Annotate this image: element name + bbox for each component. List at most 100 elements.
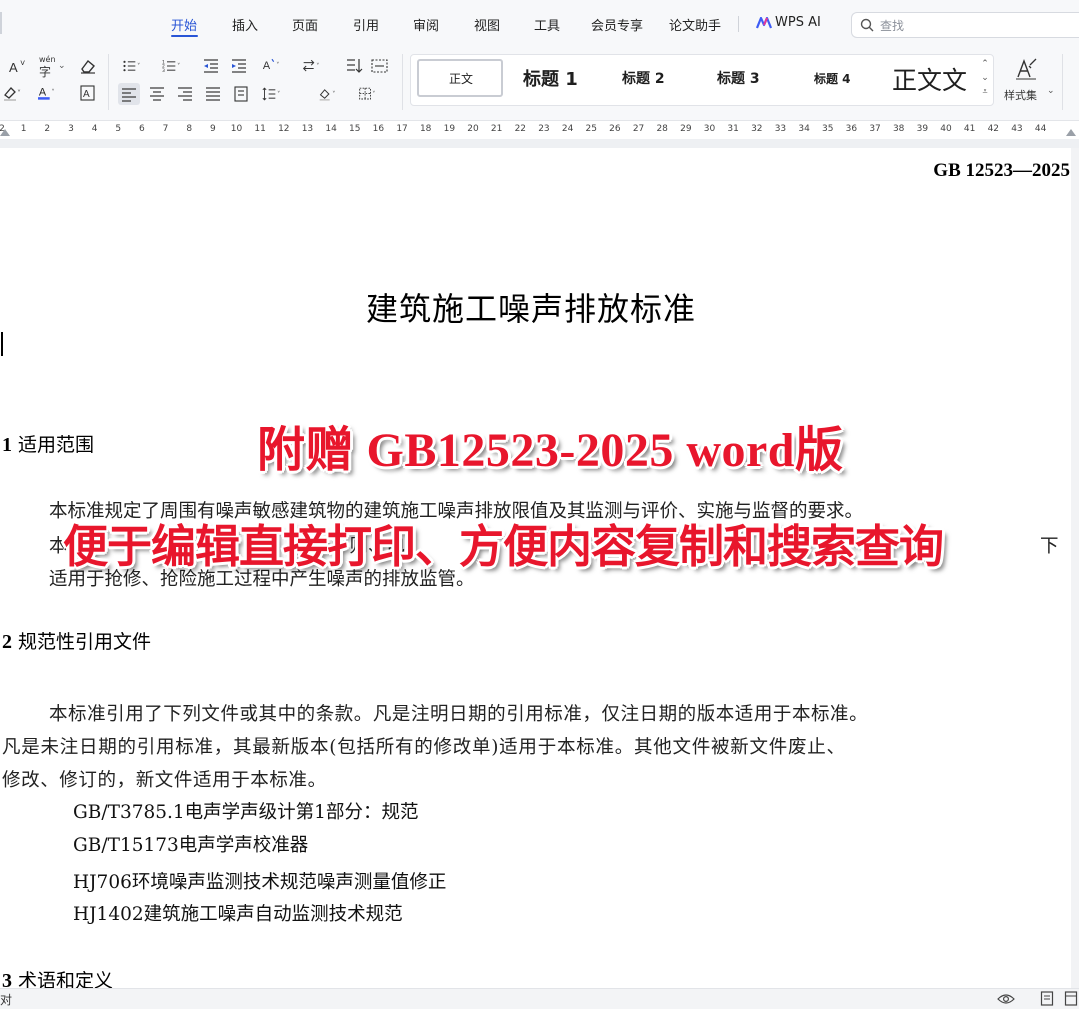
left-indent-marker[interactable] bbox=[0, 129, 10, 136]
highlight-color-icon[interactable]: ˅ bbox=[2, 84, 22, 102]
ruler-mark: 19 bbox=[443, 124, 456, 134]
style-normal-label: 正文 bbox=[449, 72, 474, 86]
vertical-scrollbar[interactable] bbox=[1071, 148, 1079, 988]
style-set-button[interactable]: 样式集 bbox=[1004, 87, 1037, 103]
text-direction-icon[interactable]: ˅ bbox=[302, 57, 322, 75]
ruler-mark: 1 bbox=[20, 124, 27, 134]
svg-text:A: A bbox=[9, 60, 18, 75]
tab-page[interactable]: 页面 bbox=[292, 15, 318, 34]
tab-thesis-assistant[interactable]: 论文助手 bbox=[669, 15, 721, 34]
numbered-list-icon[interactable]: 1 2 3 ˅ bbox=[162, 57, 182, 75]
ruler-mark: 16 bbox=[372, 124, 385, 134]
ruler-mark: 8 bbox=[186, 124, 193, 134]
phonetic-guide-button[interactable]: wén 字 ⌄ bbox=[38, 55, 68, 79]
line-spacing-icon[interactable]: ˅ bbox=[262, 85, 282, 103]
chevron-down-icon: ⌄ bbox=[1047, 86, 1055, 96]
font-size-decrease-icon[interactable]: A ˅ bbox=[8, 58, 28, 76]
menu-divider bbox=[738, 16, 739, 32]
section-heading-2: 2 规范性引用文件 bbox=[2, 627, 151, 654]
ruler-mark: 44 bbox=[1034, 124, 1047, 134]
ruler-mark: 2 bbox=[44, 124, 51, 134]
style-normal[interactable]: 正文 bbox=[417, 59, 503, 97]
borders-icon[interactable]: ˅ bbox=[358, 85, 378, 103]
section-number: 2 bbox=[2, 631, 12, 653]
ruler-shadow bbox=[0, 139, 1079, 148]
section-title: 术语和定义 bbox=[18, 970, 114, 988]
tab-review[interactable]: 审阅 bbox=[413, 15, 439, 34]
style-heading-3[interactable]: 标题 3 bbox=[717, 68, 760, 88]
svg-text:˅: ˅ bbox=[277, 91, 280, 99]
promo-banner-line-1: 附赠 GB12523-2025 word版 bbox=[257, 424, 844, 477]
clear-format-icon[interactable] bbox=[78, 57, 98, 75]
ruler-mark: 43 bbox=[1011, 124, 1023, 134]
style-set-icon[interactable] bbox=[1012, 57, 1040, 81]
svg-text:˅: ˅ bbox=[17, 89, 21, 98]
chevron-up-icon[interactable]: ⌃ bbox=[979, 59, 991, 69]
eye-icon[interactable] bbox=[997, 992, 1015, 1006]
ribbon-divider bbox=[1062, 54, 1063, 110]
style-gallery: 正文 标题 1 标题 2 标题 3 标题 4 正文文 ⌃ ⌄ ⩡ bbox=[410, 54, 994, 106]
text-effects-icon[interactable]: A ˅ bbox=[262, 56, 282, 74]
ruler-mark: 25 bbox=[585, 124, 597, 134]
style-heading-2[interactable]: 标题 2 bbox=[622, 68, 665, 88]
window-edge bbox=[0, 12, 2, 34]
ruler-mark: 40 bbox=[940, 124, 952, 134]
reference-item: GB/T3785.1电声学声级计第1部分：规范 bbox=[73, 802, 419, 823]
ruler-mark: 30 bbox=[703, 124, 716, 134]
distributed-align-icon[interactable] bbox=[232, 85, 252, 103]
references-paragraph-line-1: 本标准引用了下列文件或其中的条款。凡是注明日期的引用标准，仅注日期的版本适用于本… bbox=[49, 704, 869, 725]
right-indent-marker[interactable] bbox=[1066, 129, 1076, 136]
section-number: 1 bbox=[2, 434, 12, 456]
character-border-icon[interactable]: A bbox=[78, 84, 98, 102]
bullet-list-icon[interactable]: ˅ bbox=[122, 57, 142, 75]
align-center-icon[interactable] bbox=[148, 85, 168, 103]
tab-insert[interactable]: 插入 bbox=[232, 15, 258, 34]
chevron-down-icon[interactable]: ⌄ bbox=[979, 73, 991, 83]
svg-text:˅: ˅ bbox=[316, 63, 319, 71]
increase-indent-icon[interactable] bbox=[230, 57, 250, 75]
tab-home[interactable]: 开始 bbox=[171, 15, 197, 34]
svg-text:˅: ˅ bbox=[332, 91, 335, 99]
references-paragraph-line-3: 修改、修订的，新文件适用于本标准。 bbox=[2, 770, 327, 791]
decrease-indent-icon[interactable] bbox=[202, 57, 222, 75]
horizontal-ruler[interactable]: 2 1 2 3 4 5 6 7 8 9 10 11 12 13 14 15 16 17 18 19 20 21 22 23 24… bbox=[0, 121, 1079, 139]
svg-text:˅: ˅ bbox=[137, 63, 140, 71]
tab-references[interactable]: 引用 bbox=[353, 15, 379, 34]
ruler-mark: 37 bbox=[869, 124, 881, 134]
tab-membership[interactable]: 会员专享 bbox=[591, 15, 643, 34]
ruler-mark: 4 bbox=[91, 124, 98, 134]
ruler-mark: 21 bbox=[490, 124, 503, 134]
show-formatting-icon[interactable] bbox=[370, 57, 390, 75]
style-heading-4[interactable]: 标题 4 bbox=[814, 70, 851, 87]
status-bar: 对 bbox=[0, 988, 1079, 1009]
page-view-icon[interactable] bbox=[1040, 991, 1054, 1006]
web-layout-icon[interactable] bbox=[1064, 991, 1078, 1006]
svg-text:A: A bbox=[83, 89, 90, 100]
ruler-mark: 14 bbox=[325, 124, 337, 134]
sort-icon[interactable] bbox=[344, 57, 364, 75]
section-title: 适用范围 bbox=[18, 434, 95, 456]
font-color-icon[interactable]: A ˅ bbox=[38, 84, 58, 102]
align-right-icon[interactable] bbox=[176, 85, 196, 103]
ruler-mark: 42 bbox=[987, 124, 1000, 134]
ruler-mark: 5 bbox=[115, 124, 122, 134]
search-input[interactable]: 查找 bbox=[851, 12, 1079, 38]
wps-ai-button[interactable]: WPS AI bbox=[775, 15, 821, 30]
svg-text:˅: ˅ bbox=[276, 62, 279, 70]
wps-ai-icon bbox=[756, 17, 772, 29]
svg-text:˅: ˅ bbox=[372, 91, 375, 99]
tab-view[interactable]: 视图 bbox=[474, 15, 500, 34]
align-left-button[interactable] bbox=[118, 83, 140, 105]
style-body-text[interactable]: 正文文 bbox=[892, 61, 967, 97]
ruler-mark: 26 bbox=[609, 124, 621, 134]
ribbon-toolbar: A ˅ wén 字 ⌄ ˅ A ˅ A ˅ 1 2 3 ˅ A ˅ ˅ ˅ ˅ … bbox=[0, 46, 1079, 121]
justify-icon[interactable] bbox=[204, 85, 224, 103]
gallery-expand-icon[interactable]: ⩡ bbox=[979, 87, 991, 97]
style-heading-1[interactable]: 标题 1 bbox=[523, 65, 578, 91]
ruler-mark: 39 bbox=[916, 124, 929, 134]
ruler-mark: 24 bbox=[561, 124, 574, 134]
ribbon-divider bbox=[402, 54, 403, 110]
shading-icon[interactable]: ˅ bbox=[318, 85, 338, 103]
tab-tools[interactable]: 工具 bbox=[534, 15, 560, 34]
ruler-mark: 38 bbox=[892, 124, 905, 134]
